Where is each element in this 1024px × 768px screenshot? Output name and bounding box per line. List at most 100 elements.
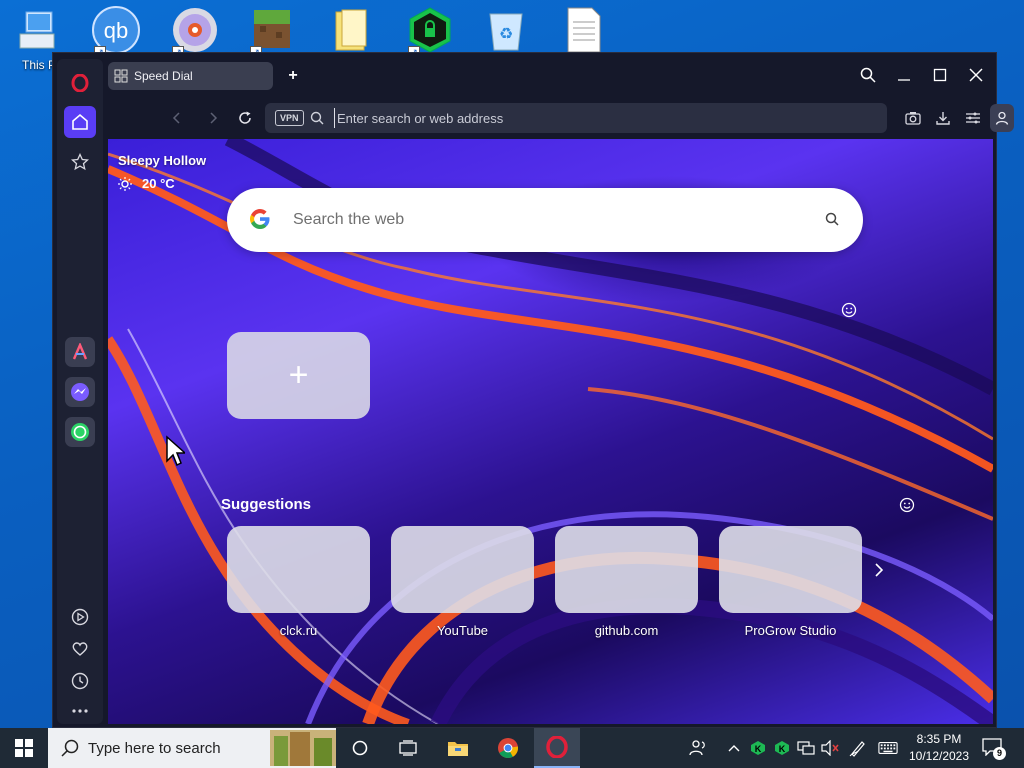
weather-temp: 20 °C xyxy=(142,176,175,191)
this-pc-label: This P xyxy=(22,58,57,72)
cortana-button[interactable] xyxy=(337,728,383,768)
search-highlight-image xyxy=(270,730,336,766)
chrome-icon xyxy=(498,738,519,759)
tab-search-button[interactable] xyxy=(855,63,881,87)
opera-menu-icon[interactable] xyxy=(64,67,96,99)
weather-city: Sleepy Hollow xyxy=(118,153,207,168)
reload-button[interactable] xyxy=(233,106,257,130)
notification-count-badge: 9 xyxy=(993,747,1006,760)
browser-window: Speed Dial + VPN Enter search or web add… xyxy=(52,52,1014,728)
vpn-app-icon[interactable]: ↗ xyxy=(406,6,466,58)
people-icon[interactable] xyxy=(688,738,708,758)
this-pc-icon[interactable]: This P xyxy=(14,6,74,72)
suggestions-customize-icon[interactable] xyxy=(899,497,915,513)
home-icon xyxy=(72,113,88,130)
forward-button[interactable] xyxy=(201,106,225,130)
web-search-box[interactable] xyxy=(227,188,863,252)
sidebar-aria-app[interactable] xyxy=(65,337,95,367)
file-explorer-button[interactable] xyxy=(435,728,481,768)
weather-widget[interactable]: 20 °C xyxy=(118,176,175,191)
suggestion-label[interactable]: YouTube xyxy=(391,623,534,638)
tab-bar: Speed Dial + xyxy=(105,53,996,97)
address-input[interactable] xyxy=(334,108,854,128)
network-icon[interactable] xyxy=(796,738,816,758)
taskbar-search-input[interactable] xyxy=(88,738,288,758)
speed-dial-customize-icon[interactable] xyxy=(841,302,857,318)
recycle-bin-icon[interactable]: ♻ xyxy=(484,6,544,54)
suggestions-next-icon[interactable] xyxy=(872,561,886,579)
chevron-right-icon xyxy=(210,112,218,124)
add-site-tile[interactable]: + xyxy=(227,332,370,419)
sliders-icon xyxy=(966,112,980,124)
omnibox-search-icon xyxy=(310,111,324,125)
system-clock[interactable]: 8:35 PM 10/12/2023 xyxy=(904,731,974,765)
sidebar-player-button[interactable] xyxy=(64,601,96,633)
sidebar-history-button[interactable] xyxy=(64,665,96,697)
suggestion-label[interactable]: clck.ru xyxy=(227,623,370,638)
opera-icon xyxy=(546,736,568,758)
maximize-icon xyxy=(933,68,947,82)
close-window-button[interactable] xyxy=(963,63,989,87)
task-view-button[interactable] xyxy=(385,728,431,768)
minimize-button[interactable] xyxy=(891,63,917,87)
omnibox[interactable]: VPN xyxy=(265,103,887,133)
text-doc-icon[interactable] xyxy=(562,6,622,54)
folder-docs-icon[interactable] xyxy=(328,6,388,54)
suggestion-tile-youtube[interactable] xyxy=(391,526,534,613)
volume-muted-icon[interactable] xyxy=(820,738,840,758)
tab-speed-dial[interactable]: Speed Dial xyxy=(108,62,273,90)
whatsapp-icon xyxy=(71,423,89,441)
chrome-button[interactable] xyxy=(485,728,531,768)
snapshot-button[interactable] xyxy=(903,108,923,128)
suggestion-tile-progrow[interactable] xyxy=(719,526,862,613)
opera-taskbar-button[interactable] xyxy=(534,728,580,768)
vpn-badge[interactable]: VPN xyxy=(275,110,304,126)
download-icon xyxy=(936,112,950,125)
pen-workspace-icon[interactable] xyxy=(848,738,868,758)
camera-icon xyxy=(905,112,921,125)
downloads-button[interactable] xyxy=(933,108,953,128)
sidebar-more-button[interactable] xyxy=(64,695,96,727)
back-button[interactable] xyxy=(165,106,189,130)
chevron-left-icon xyxy=(172,112,180,124)
action-center-button[interactable]: 9 xyxy=(982,738,1006,760)
sidebar-favorites-button[interactable] xyxy=(64,633,96,665)
sidebar-panel xyxy=(57,59,103,724)
clock-date: 10/12/2023 xyxy=(908,749,970,763)
new-tab-button[interactable]: + xyxy=(284,67,302,85)
messenger-icon xyxy=(71,383,89,401)
kaspersky-secure-tray-icon[interactable]: K xyxy=(772,738,792,758)
heart-icon xyxy=(72,642,88,656)
kaspersky-tray-icon[interactable]: K xyxy=(748,738,768,758)
suggestion-label[interactable]: ProGrow Studio xyxy=(719,623,862,638)
suggestion-label[interactable]: github.com xyxy=(555,623,698,638)
suggestion-tile-clck[interactable] xyxy=(227,526,370,613)
star-icon xyxy=(71,153,89,171)
profile-button[interactable] xyxy=(990,104,1014,132)
maximize-button[interactable] xyxy=(927,63,953,87)
aria-icon xyxy=(72,343,88,360)
qbittorrent-icon[interactable]: qb ↗ xyxy=(90,6,150,58)
sidebar-bookmarks-button[interactable] xyxy=(64,146,96,178)
web-search-input[interactable] xyxy=(293,208,793,232)
minecraft-icon[interactable]: ↗ xyxy=(248,6,308,58)
easy-setup-button[interactable] xyxy=(963,108,983,128)
touch-keyboard-icon[interactable] xyxy=(878,738,898,758)
tab-label: Speed Dial xyxy=(134,69,193,83)
search-submit-icon[interactable] xyxy=(825,212,839,226)
taskbar-search[interactable] xyxy=(48,728,336,768)
sidebar-whatsapp-app[interactable] xyxy=(65,417,95,447)
address-bar: VPN xyxy=(105,97,1014,139)
tray-overflow-chevron-icon[interactable] xyxy=(724,738,744,758)
cortana-icon xyxy=(352,740,368,756)
suggestion-tile-github[interactable] xyxy=(555,526,698,613)
start-button[interactable] xyxy=(0,728,48,768)
sidebar-home-button[interactable] xyxy=(64,106,96,138)
minimize-icon xyxy=(898,79,910,81)
sidebar-messenger-app[interactable] xyxy=(65,377,95,407)
clock-icon xyxy=(71,672,89,690)
svg-text:K: K xyxy=(755,744,762,754)
dvd-icon[interactable]: ↗ xyxy=(170,6,230,58)
mouse-cursor-icon xyxy=(166,435,185,467)
more-dots-icon xyxy=(72,709,88,713)
